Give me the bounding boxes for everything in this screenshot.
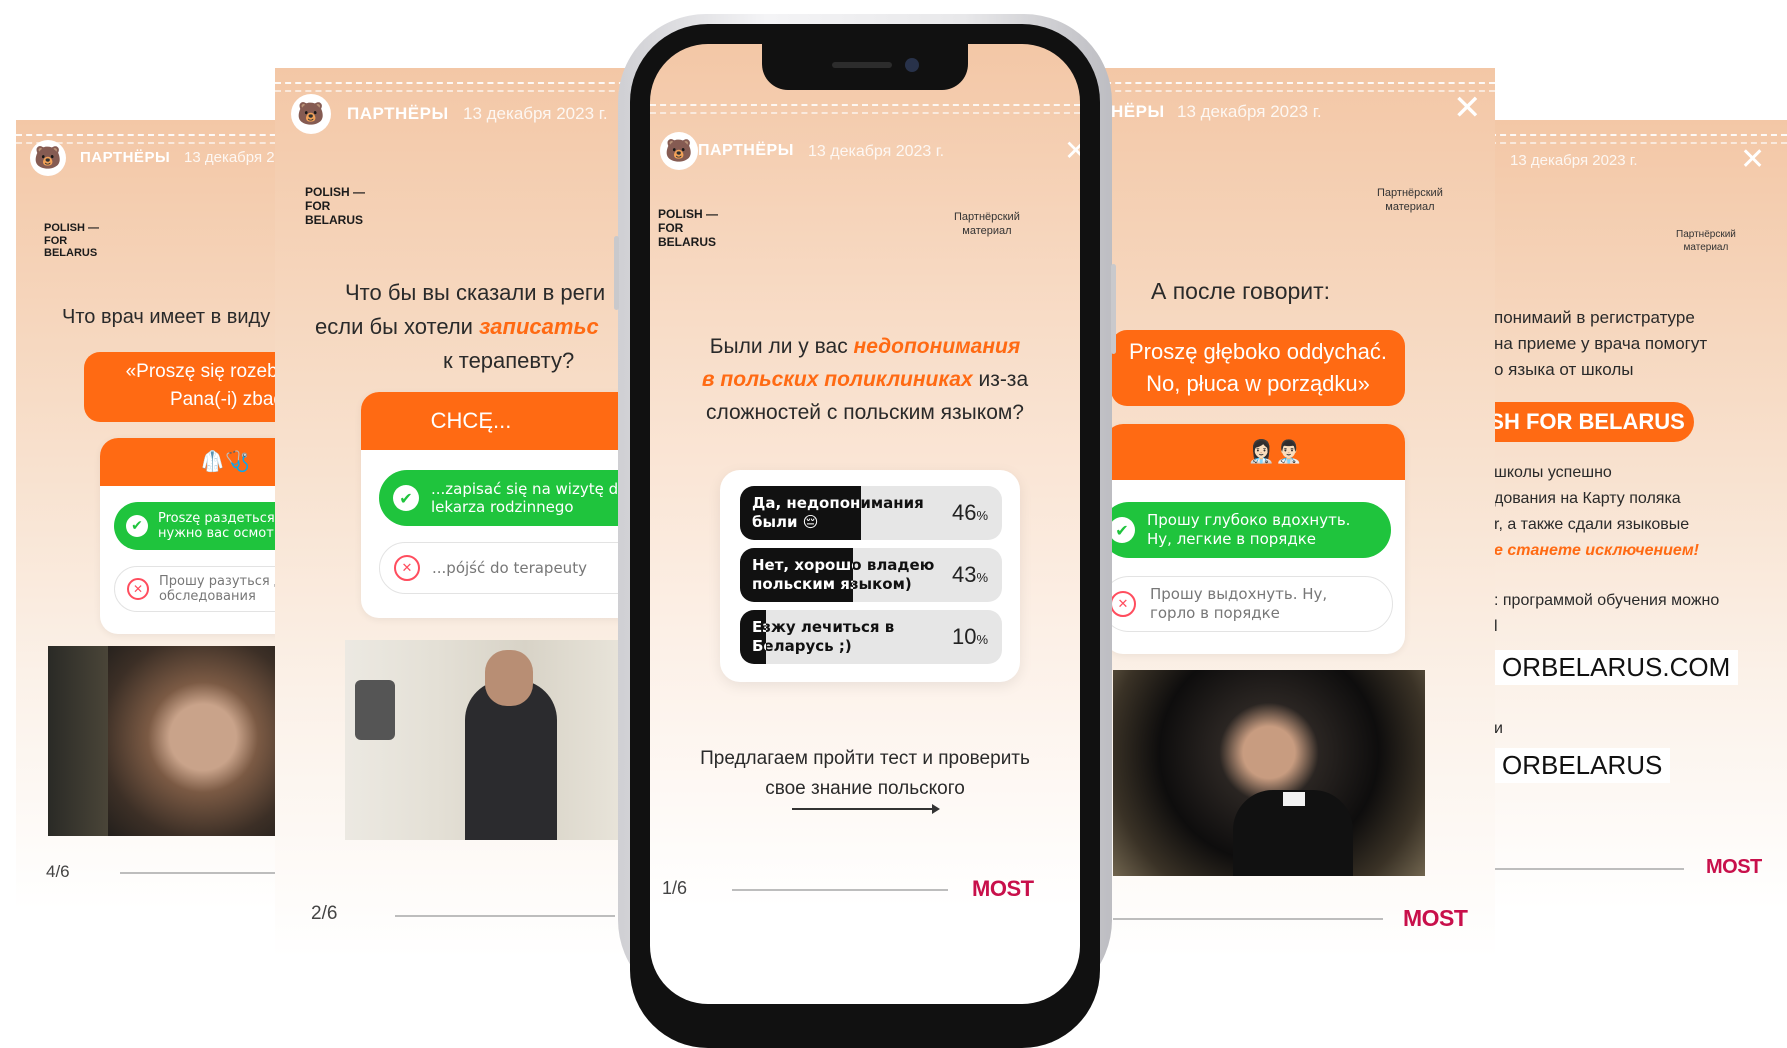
bear-icon: 🐻 — [34, 145, 62, 171]
doctor-icon: 🥼🩺 — [200, 451, 250, 473]
avatar: 🐻 — [291, 94, 331, 134]
material-label: Партнёрский материал — [1377, 187, 1443, 214]
school-badge: ISH FOR BELARUS — [1480, 402, 1694, 442]
text-line: на приеме у врача помогут — [1494, 334, 1708, 353]
partner-label: НЁРЫ — [1111, 102, 1165, 121]
poll-percent: 46% — [951, 500, 988, 525]
text-line: : программой обучения можно — [1494, 592, 1720, 609]
check-icon: ✔ — [126, 515, 148, 537]
close-icon[interactable]: ✕ — [1453, 88, 1482, 128]
cta-text: Предлагаем пройти тест и проверить свое … — [700, 748, 1030, 799]
progress-line — [120, 872, 286, 874]
instagram-handle[interactable]: ORBELARUS — [1494, 748, 1671, 783]
progress-line — [1494, 868, 1684, 870]
progress-line — [732, 889, 948, 891]
meme-photo-boromir — [48, 646, 286, 836]
page-indicator: 1/6 — [662, 878, 688, 898]
text-line: понимаий в регистратуре — [1494, 308, 1695, 327]
brand-logo: POLISH — FOR BELARUS — [44, 222, 100, 260]
meme-photo-travolta — [345, 640, 635, 840]
most-logo: MOST — [972, 876, 1034, 901]
arrow-right-icon[interactable] — [792, 804, 940, 814]
brand-logo: POLISH — FOR BELARUS — [658, 207, 719, 249]
close-icon[interactable]: ✕ — [1064, 134, 1080, 167]
brand-logo: POLISH — FOR BELARUS — [305, 185, 366, 227]
text-line: дования на Карту поляка — [1494, 490, 1681, 507]
bear-icon: 🐻 — [665, 138, 693, 164]
post-date: 13 декабря 2023 г. — [1510, 152, 1638, 169]
quiz-question: Что врач имеет в виду — [62, 306, 271, 328]
quiz-option-correct[interactable]: ✔ ...zapisać się na wizytę d lekarza rod… — [379, 470, 635, 526]
quiz-option-wrong[interactable]: ✕ ...pójść do terapeuty — [379, 542, 635, 594]
story-card-3: НЁРЫ 13 декабря 2023 г. ✕ Партнёрский ма… — [1095, 68, 1495, 958]
material-label: Партнёрский материал — [954, 211, 1020, 238]
doctors-icon: 👩🏻‍⚕️👨🏻‍⚕️ — [1247, 439, 1303, 464]
check-icon: ✔ — [393, 485, 419, 511]
text-line: r, а также сдали языковые — [1494, 516, 1690, 533]
poll-percent: 10% — [951, 624, 988, 649]
story-card-2: 🐻 ПАРТНЁРЫ 13 декабря 2023 г. POLISH — F… — [275, 68, 635, 958]
close-icon[interactable]: ✕ — [1740, 142, 1765, 177]
poll-percent: 43% — [951, 562, 988, 587]
partner-label: ПАРТНЁРЫ — [698, 142, 794, 159]
progress-line — [395, 915, 615, 917]
meme-photo-gatsby — [1113, 670, 1425, 876]
quiz-question: Что бы вы сказали в реги если бы хотели … — [315, 280, 606, 373]
avatar: 🐻 — [660, 132, 698, 170]
progress-line — [1113, 918, 1383, 920]
text-line: школы успешно — [1494, 464, 1612, 481]
post-date: 13 декабря 2023 г. — [808, 143, 945, 160]
poll-option-1[interactable]: Да, недопонимания были 😔 Да, недопониман… — [740, 486, 1002, 540]
poll-question: Были ли у вас недопонимания в польских п… — [701, 335, 1029, 424]
post-date: 13 декабря 2023 г. — [463, 104, 608, 123]
partner-label: ПАРТНЁРЫ — [347, 104, 449, 123]
cross-icon: ✕ — [127, 578, 149, 600]
quiz-option-wrong[interactable]: ✕ Прошу разуться д обследования — [114, 566, 286, 612]
side-button — [1111, 264, 1116, 354]
poll-option-3[interactable]: Езжу лечиться в Беларусь ;) Езжу лечитьс… — [740, 610, 1002, 664]
story-card-5: 13 декабря 2023 г. ✕ Партнёрский материа… — [1480, 120, 1787, 910]
website-link[interactable]: ORBELARUS.COM — [1494, 650, 1739, 685]
post-date: 13 декабря 2023 г. — [184, 149, 286, 166]
page-indicator: 2/6 — [311, 903, 338, 924]
quote-pill: «Proszę się rozebr Pana(-i) zbad — [84, 352, 286, 422]
poll-option-2[interactable]: Нет, хорошо владею польским языком) Нет,… — [740, 548, 1002, 602]
story-screen: 🐻 ПАРТНЁРЫ 13 декабря 2023 г. ✕ POLISH —… — [650, 44, 1080, 1004]
poll-card: Да, недопонимания были 😔 Да, недопониман… — [720, 470, 1020, 682]
phone-mockup: 🐻 ПАРТНЁРЫ 13 декабря 2023 г. ✕ POLISH —… — [614, 14, 1116, 1048]
quiz-option-wrong[interactable]: ✕ Прошу выдохнуть. Ну, горло в порядке — [1101, 576, 1393, 632]
phone-notch — [762, 44, 968, 90]
quote-pill: Proszę głęboko oddychać. No, płuca w por… — [1111, 330, 1405, 406]
quiz-header: CHCĘ... — [361, 392, 635, 450]
partner-label: ПАРТНЁРЫ — [80, 149, 171, 166]
cross-icon: ✕ — [1110, 591, 1136, 617]
avatar: 🐻 — [30, 140, 66, 176]
quiz-heading: А после говорит: — [1151, 278, 1331, 304]
page-indicator: 4/6 — [46, 862, 70, 881]
text-line: о языка от школы — [1494, 360, 1634, 379]
side-button — [614, 236, 619, 310]
story-card-4: 🐻 ПАРТНЁРЫ 13 декабря 2023 г. POLISH — F… — [16, 120, 286, 910]
check-icon: ✔ — [1109, 517, 1135, 543]
text-line: и — [1494, 720, 1503, 737]
quiz-option-correct[interactable]: ✔ Proszę раздеться нужно вас осмот — [114, 502, 286, 550]
text-line-highlight: е станете исключением! — [1494, 542, 1699, 559]
most-logo: MOST — [1706, 856, 1762, 878]
quiz-option-correct[interactable]: ✔ Прошу глубоко вдохнуть. Ну, легкие в п… — [1101, 502, 1391, 558]
post-date: 13 декабря 2023 г. — [1177, 102, 1322, 121]
cross-icon: ✕ — [394, 555, 420, 581]
bear-icon: 🐻 — [297, 101, 325, 127]
most-logo: MOST — [1403, 905, 1468, 931]
material-label: Партнёрский материал — [1676, 229, 1736, 253]
